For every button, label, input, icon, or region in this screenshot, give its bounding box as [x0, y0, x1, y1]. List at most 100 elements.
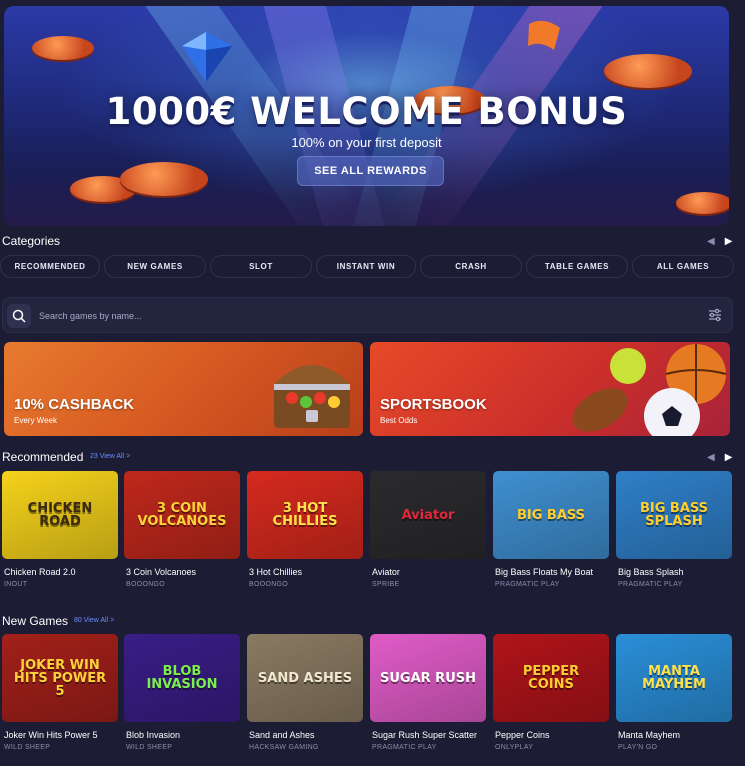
game-card[interactable]: CHICKEN ROAD Chicken Road 2.0 INOUT — [2, 471, 118, 588]
game-provider: HACKSAW GAMING — [249, 744, 319, 751]
arrow-right-icon[interactable]: ▶ — [725, 452, 733, 463]
filter-icon[interactable] — [708, 308, 722, 322]
recommended-view-all-link[interactable]: 23 View All > — [90, 453, 130, 460]
game-thumbnail[interactable]: Aviator — [370, 471, 486, 559]
game-logo-art: SUGAR RUSH — [380, 670, 476, 686]
game-name: Sand and Ashes — [249, 730, 315, 740]
game-name: 3 Coin Volcanoes — [126, 567, 197, 577]
categories-arrows: ◀ ▶ — [707, 236, 732, 247]
game-card[interactable]: MANTA MAYHEM Manta Mayhem PLAY'N GO — [616, 634, 732, 751]
game-thumbnail[interactable]: SAND ASHES — [247, 634, 363, 722]
category-crash[interactable]: CRASH — [420, 255, 522, 278]
game-thumbnail[interactable]: BIG BASS SPLASH — [616, 471, 732, 559]
game-logo-art: 3 COIN VOLCANOES — [137, 501, 227, 529]
recommended-view-all-label: 23 View All — [90, 453, 125, 460]
game-logo-art: CHICKEN ROAD — [27, 501, 93, 529]
game-card[interactable]: 3 COIN VOLCANOES 3 Coin Volcanoes BOOONGO — [124, 471, 240, 588]
game-provider: PRAGMATIC PLAY — [495, 581, 560, 588]
game-logo-art: JOKER WIN HITS POWER 5 — [13, 657, 107, 699]
ribbon-decoration — [528, 20, 560, 50]
game-provider: BOOONGO — [126, 581, 166, 588]
search-input[interactable] — [39, 306, 679, 326]
game-logo-art: SAND ASHES — [257, 670, 353, 686]
game-name: Aviator — [372, 567, 400, 577]
game-logo-art: BIG BASS — [516, 507, 586, 523]
category-recommended[interactable]: RECOMMENDED — [0, 255, 100, 278]
see-all-rewards-button[interactable]: SEE ALL REWARDS — [297, 156, 444, 186]
treasure-chest-icon — [274, 365, 350, 428]
arrow-left-icon[interactable]: ◀ — [707, 452, 715, 463]
game-name: Chicken Road 2.0 — [4, 567, 76, 577]
game-card[interactable]: SAND ASHES Sand and Ashes HACKSAW GAMING — [247, 634, 363, 751]
game-provider: WILD SHEEP — [4, 744, 51, 751]
promo-sportsbook[interactable]: SPORTSBOOK Best Odds — [370, 342, 730, 436]
game-logo-art: MANTA MAYHEM — [642, 664, 706, 692]
game-logo-art: Aviator — [401, 507, 455, 523]
game-thumbnail[interactable]: BIG BASS — [493, 471, 609, 559]
game-logo-art: PEPPER COINS — [522, 664, 580, 692]
game-name: Sugar Rush Super Scatter — [372, 730, 478, 740]
game-thumbnail[interactable]: MANTA MAYHEM — [616, 634, 732, 722]
game-card[interactable]: BIG BASS SPLASH Big Bass Splash PRAGMATIC … — [616, 471, 732, 588]
game-provider: PLAY'N GO — [618, 744, 658, 751]
game-thumbnail[interactable]: 3 HOT CHILLIES — [247, 471, 363, 559]
game-thumbnail[interactable]: PEPPER COINS — [493, 634, 609, 722]
sports-balls-icon — [572, 344, 727, 436]
game-name: Blob Invasion — [126, 730, 181, 740]
promo-sportsbook-title: SPORTSBOOK — [380, 396, 487, 413]
coin-decoration — [604, 54, 692, 88]
game-thumbnail[interactable]: SUGAR RUSH — [370, 634, 486, 722]
promo-cashback[interactable]: 10% CASHBACK Every Week — [4, 342, 363, 436]
categories-title: Categories — [2, 234, 61, 248]
new-games-view-all-label: 80 View All — [74, 617, 109, 624]
game-logo-art: BLOB INVASION — [146, 664, 218, 692]
category-all-games[interactable]: ALL GAMES — [632, 255, 734, 278]
game-logo-art: BIG BASS SPLASH — [639, 501, 709, 529]
game-name: 3 Hot Chillies — [249, 567, 303, 577]
new-games-title: New Games — [2, 614, 69, 628]
hero-banner[interactable]: 1000€ WELCOME BONUS 100% on your first d… — [4, 6, 729, 226]
recommended-arrows: ◀ ▶ — [707, 452, 732, 463]
game-card[interactable]: JOKER WIN HITS POWER 5 Joker Win Hits Pow… — [2, 634, 118, 751]
coin-decoration — [32, 36, 94, 60]
game-card[interactable]: Aviator Aviator SPRIBE — [370, 471, 486, 588]
game-name: Big Bass Splash — [618, 567, 684, 577]
arrow-right-icon[interactable]: ▶ — [725, 236, 733, 247]
recommended-title: Recommended — [2, 450, 84, 464]
promo-sportsbook-subtitle: Best Odds — [380, 416, 418, 425]
game-card[interactable]: SUGAR RUSH Sugar Rush Super Scatter PRAGMA… — [370, 634, 486, 751]
new-games-view-all-link[interactable]: 80 View All > — [74, 617, 114, 624]
game-name: Manta Mayhem — [618, 730, 681, 740]
search-bar — [2, 297, 733, 333]
gem-icon — [182, 32, 232, 82]
category-new-games[interactable]: NEW GAMES — [104, 255, 206, 278]
game-thumbnail[interactable]: 3 COIN VOLCANOES — [124, 471, 240, 559]
game-provider: SPRIBE — [372, 581, 400, 588]
game-provider: ONLYPLAY — [495, 744, 534, 751]
game-card[interactable]: PEPPER COINS Pepper Coins ONLYPLAY — [493, 634, 609, 751]
coin-decoration — [676, 192, 729, 214]
game-provider: PRAGMATIC PLAY — [618, 581, 683, 588]
game-provider: WILD SHEEP — [126, 744, 173, 751]
category-instant-win[interactable]: INSTANT WIN — [316, 255, 416, 278]
game-thumbnail[interactable]: BLOB INVASION — [124, 634, 240, 722]
promo-cashback-title: 10% CASHBACK — [14, 396, 135, 413]
category-slot[interactable]: SLOT — [210, 255, 312, 278]
game-provider: BOOONGO — [249, 581, 289, 588]
game-provider: INOUT — [4, 581, 28, 588]
game-card[interactable]: 3 HOT CHILLIES 3 Hot Chillies BOOONGO — [247, 471, 363, 588]
game-provider: PRAGMATIC PLAY — [372, 744, 437, 751]
search-icon[interactable] — [7, 304, 31, 328]
game-name: Pepper Coins — [495, 730, 550, 740]
game-card[interactable]: BLOB INVASION Blob Invasion WILD SHEEP — [124, 634, 240, 751]
hero-subtitle: 100% on your first deposit — [291, 135, 442, 150]
arrow-left-icon[interactable]: ◀ — [707, 236, 715, 247]
hero-title: 1000€ WELCOME BONUS — [105, 90, 628, 133]
game-thumbnail[interactable]: JOKER WIN HITS POWER 5 — [2, 634, 118, 722]
game-thumbnail[interactable]: CHICKEN ROAD — [2, 471, 118, 559]
game-logo-art: 3 HOT CHILLIES — [272, 501, 338, 529]
category-table-games[interactable]: TABLE GAMES — [526, 255, 628, 278]
coin-decoration — [120, 162, 208, 196]
game-card[interactable]: BIG BASS Big Bass Floats My Boat PRAGMATIC… — [493, 471, 609, 588]
game-name: Joker Win Hits Power 5 — [4, 730, 98, 740]
